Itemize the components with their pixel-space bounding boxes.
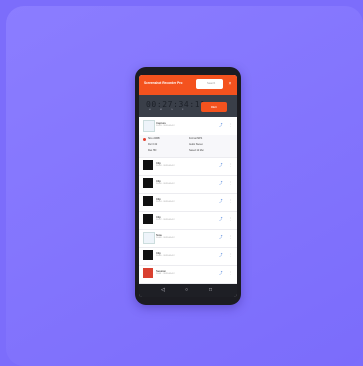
- share-icon[interactable]: ⤴: [219, 217, 223, 222]
- share-icon[interactable]: ⤴: [219, 163, 223, 168]
- more-icon[interactable]: ⋮: [229, 217, 233, 221]
- detail-resolution: Res HD: [148, 149, 157, 152]
- home-icon[interactable]: ○: [185, 287, 188, 293]
- back-icon[interactable]: ◁: [161, 287, 165, 293]
- list-item[interactable]: Capture 10:24 · 2023-05-12 ⤴ ⋮: [139, 117, 237, 136]
- list-item[interactable]: Clip 10:12 · 2023-05-12 ⤴ ⋮: [139, 211, 237, 230]
- item-meta: 10:01 · 2023-05-12: [156, 273, 175, 275]
- recents-icon[interactable]: □: [209, 287, 212, 293]
- more-icon[interactable]: ⋮: [229, 253, 233, 257]
- app-screen: Screenshot Recorder Pro Search × 00:27:3…: [139, 75, 237, 297]
- thumbnail: [143, 160, 153, 170]
- item-meta: 10:18 · 2023-05-12: [156, 165, 175, 167]
- item-meta: 10:09 · 2023-05-12: [156, 237, 175, 239]
- list-item[interactable]: Clip 10:05 · 2023-05-12 ⤴ ⋮: [139, 247, 237, 266]
- share-icon[interactable]: ⤴: [219, 235, 223, 240]
- search-placeholder: Search: [207, 82, 216, 85]
- list-item[interactable]: Clip 10:14 · 2023-05-12 ⤴ ⋮: [139, 193, 237, 212]
- item-meta: 10:14 · 2023-05-12: [156, 201, 175, 203]
- timer-units: H M S F: [149, 109, 188, 111]
- share-icon[interactable]: ⤴: [219, 253, 223, 258]
- more-icon[interactable]: ⋮: [229, 163, 233, 167]
- more-icon[interactable]: ⋮: [229, 271, 233, 275]
- thumbnail: [143, 120, 155, 132]
- close-icon[interactable]: ×: [227, 80, 233, 88]
- more-icon[interactable]: ⋮: [229, 181, 233, 185]
- list-item[interactable]: Clip 10:16 · 2023-05-12 ⤴ ⋮: [139, 175, 237, 194]
- phone-frame: Screenshot Recorder Pro Search × 00:27:3…: [135, 67, 241, 305]
- item-meta: 10:16 · 2023-05-12: [156, 183, 175, 185]
- detail-panel: Size 24MB Dur 0:42 Res HD Format MP4 Aud…: [139, 135, 237, 158]
- thumbnail: [143, 214, 153, 224]
- detail-format: Format MP4: [189, 137, 203, 140]
- share-icon[interactable]: ⤴: [219, 199, 223, 204]
- detail-audio: Audio Stereo: [189, 143, 203, 146]
- detail-size: Size 24MB: [148, 137, 160, 140]
- app-header: Screenshot Recorder Pro Search ×: [139, 75, 237, 95]
- thumbnail: [143, 232, 155, 244]
- search-input[interactable]: Search: [196, 79, 223, 89]
- record-button[interactable]: REC: [201, 102, 227, 112]
- thumbnail: [143, 196, 153, 206]
- more-icon[interactable]: ⋮: [229, 199, 233, 203]
- item-meta: 10:12 · 2023-05-12: [156, 219, 175, 221]
- recording-list: Capture 10:24 · 2023-05-12 ⤴ ⋮ Size 24MB…: [139, 117, 237, 284]
- more-icon[interactable]: ⋮: [229, 235, 233, 239]
- app-title: Screenshot Recorder Pro: [144, 81, 183, 85]
- status-dot: [143, 138, 146, 141]
- share-icon[interactable]: ⤴: [219, 123, 223, 128]
- list-item[interactable]: Clip 10:18 · 2023-05-12 ⤴ ⋮: [139, 157, 237, 176]
- list-item[interactable]: Session 10:01 · 2023-05-12 ⤴ ⋮: [139, 265, 237, 284]
- system-nav-bar: ◁ ○ □: [139, 284, 237, 297]
- detail-duration: Dur 0:42: [148, 143, 158, 146]
- item-meta: 10:24 · 2023-05-12: [156, 125, 175, 127]
- thumbnail: [143, 250, 153, 260]
- detail-saved: Saved 12 Mei: [189, 149, 204, 152]
- list-item[interactable]: Note 10:09 · 2023-05-12 ⤴ ⋮: [139, 229, 237, 248]
- share-icon[interactable]: ⤴: [219, 271, 223, 276]
- timer-digits: 00:27:34:11: [146, 100, 206, 109]
- item-meta: 10:05 · 2023-05-12: [156, 255, 175, 257]
- thumbnail: [143, 268, 153, 278]
- share-icon[interactable]: ⤴: [219, 181, 223, 186]
- more-icon[interactable]: ⋮: [229, 123, 233, 127]
- thumbnail: [143, 178, 153, 188]
